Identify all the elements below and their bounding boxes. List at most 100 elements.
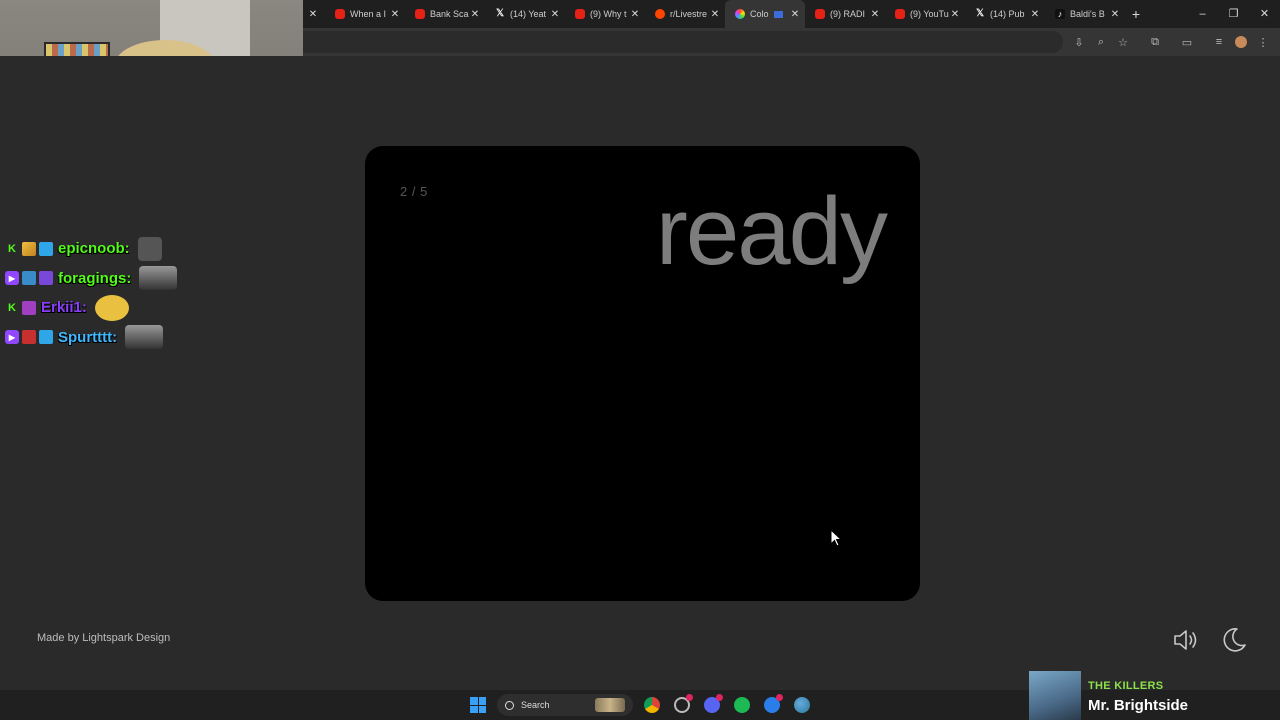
restore-button[interactable]: ❐ [1218,0,1249,28]
twitch-badge-icon: ▶ [5,271,19,286]
tab-8[interactable]: (9) YouTu ✕ [885,0,965,28]
emote-icon [139,266,178,291]
youtube-icon [575,9,585,19]
side-panel-icon[interactable]: ▭ [1176,31,1198,53]
minimize-button[interactable]: – [1187,0,1218,28]
tab-group-indicator-icon [774,10,783,18]
now-playing-song: Mr. Brightside [1088,697,1189,714]
tab-label: When a I [350,9,387,19]
tab-5[interactable]: r/Livestre ✕ [645,0,725,28]
tab-1[interactable]: When a I ✕ [325,0,405,28]
subscriber-badge-icon [22,300,36,315]
tab-3[interactable]: 𝕏 (14) Yeat ✕ [485,0,565,28]
kick-badge-icon: K [8,242,16,255]
notification-badge [776,694,783,701]
reddit-icon [655,9,665,19]
new-tab-button[interactable]: + [1125,6,1147,22]
now-playing-artist: THE KILLERS [1088,680,1164,692]
globe-icon [794,697,810,713]
tab-close-icon[interactable]: ✕ [1029,9,1041,20]
tab-close-icon[interactable]: ✕ [389,9,401,20]
tab-close-icon[interactable]: ✕ [629,9,641,20]
album-art [1029,671,1081,720]
tab-label: (9) Why t [590,9,627,19]
speaker-icon[interactable] [1172,627,1202,653]
app-timer[interactable] [671,694,693,716]
globe-app[interactable] [791,694,813,716]
zoom-icon[interactable]: ⌕ [1090,31,1112,53]
tab-label: (9) YouTu [910,9,949,19]
chat-overlay: K epicnoob: ▶ foragings: K Erkii1: ▶ Spu… [0,234,300,352]
credit-link[interactable]: Made by Lightspark Design [37,632,170,644]
bookmark-star-icon[interactable]: ☆ [1112,31,1134,53]
install-app-icon[interactable]: ⇩ [1068,31,1090,53]
messenger-app[interactable] [761,694,783,716]
now-playing-widget: THE KILLERS Mr. Brightside [1029,671,1280,720]
sub-tier-badge-icon [39,271,53,286]
tab-close-icon[interactable]: ✕ [307,9,319,20]
subscriber-badge-icon [22,271,36,286]
tiktok-icon: ♪ [1055,9,1065,19]
search-icon [505,700,514,710]
crown-badge-icon [39,330,53,345]
chat-message: ▶ Spurtttt: [0,323,300,353]
tab-4[interactable]: (9) Why t ✕ [565,0,645,28]
gold-bar-badge-icon [22,241,36,256]
tab-10[interactable]: ♪ Baldi's B ✕ [1045,0,1125,28]
x-icon: 𝕏 [975,8,985,19]
tab-label: (14) Yeat [510,9,547,19]
youtube-icon [335,9,345,19]
start-button[interactable] [467,694,489,716]
search-highlight-image [595,698,625,712]
browser-toolbar: ⇩ ⌕ ☆ ⧉ ▭ ≡ ⋮ [303,28,1280,56]
chat-username: foragings: [58,269,132,287]
tab-2[interactable]: Bank Sca ✕ [405,0,485,28]
chat-message: K epicnoob: [0,234,300,264]
discord-app[interactable] [701,694,723,716]
youtube-icon [895,9,905,19]
extensions-icon[interactable]: ⧉ [1144,31,1166,53]
kick-badge-icon: K [8,301,16,314]
tab-close-icon[interactable]: ✕ [1109,9,1121,20]
menu-kebab-icon[interactable]: ⋮ [1252,31,1274,53]
address-bar[interactable] [303,31,1063,53]
tab-0[interactable]: ✕ [303,0,325,28]
tab-label: (14) Pub [990,9,1025,19]
moon-icon[interactable] [1220,626,1248,654]
tab-close-icon[interactable]: ✕ [949,9,961,20]
tab-label: Baldi's B [1070,9,1105,19]
chat-username: epicnoob: [58,240,130,258]
tab-close-icon[interactable]: ✕ [469,9,481,20]
chat-username: Spurtttt: [58,328,118,346]
emote-icon [137,236,162,261]
chat-message: ▶ foragings: [0,264,300,294]
chat-username: Erkii1: [41,299,87,317]
tab-close-icon[interactable]: ✕ [709,9,721,20]
spotify-app[interactable] [731,694,753,716]
tab-6[interactable]: Colo ✕ [725,0,805,28]
tab-label: r/Livestre [670,9,708,19]
profile-avatar[interactable] [1230,31,1252,53]
close-window-button[interactable]: ✕ [1249,0,1280,28]
subscriber-badge-icon [22,330,36,345]
tab-label: Bank Sca [430,9,469,19]
notification-badge [716,694,723,701]
twitch-badge-icon: ▶ [5,330,19,345]
web-page: 2 / 5 ready Made by Lightspark Design [0,56,1280,690]
tab-label: Colo [750,9,769,19]
tab-close-icon[interactable]: ✕ [869,9,881,20]
color-wheel-icon [735,9,745,19]
tab-label: (9) RADI [830,9,866,19]
spotify-icon [734,697,750,713]
screen: { "browser": { "tabs": [ {"label": "", "… [0,0,1280,720]
tab-close-icon[interactable]: ✕ [789,9,801,20]
emote-icon [125,325,164,350]
taskbar-search[interactable]: Search [497,694,633,716]
tab-7[interactable]: (9) RADI ✕ [805,0,885,28]
x-icon: 𝕏 [495,8,505,19]
window-controls: – ❐ ✕ [1187,0,1280,28]
tab-close-icon[interactable]: ✕ [549,9,561,20]
tab-9[interactable]: 𝕏 (14) Pub ✕ [965,0,1045,28]
chrome-app[interactable] [641,694,663,716]
media-controls-icon[interactable]: ≡ [1208,31,1230,53]
